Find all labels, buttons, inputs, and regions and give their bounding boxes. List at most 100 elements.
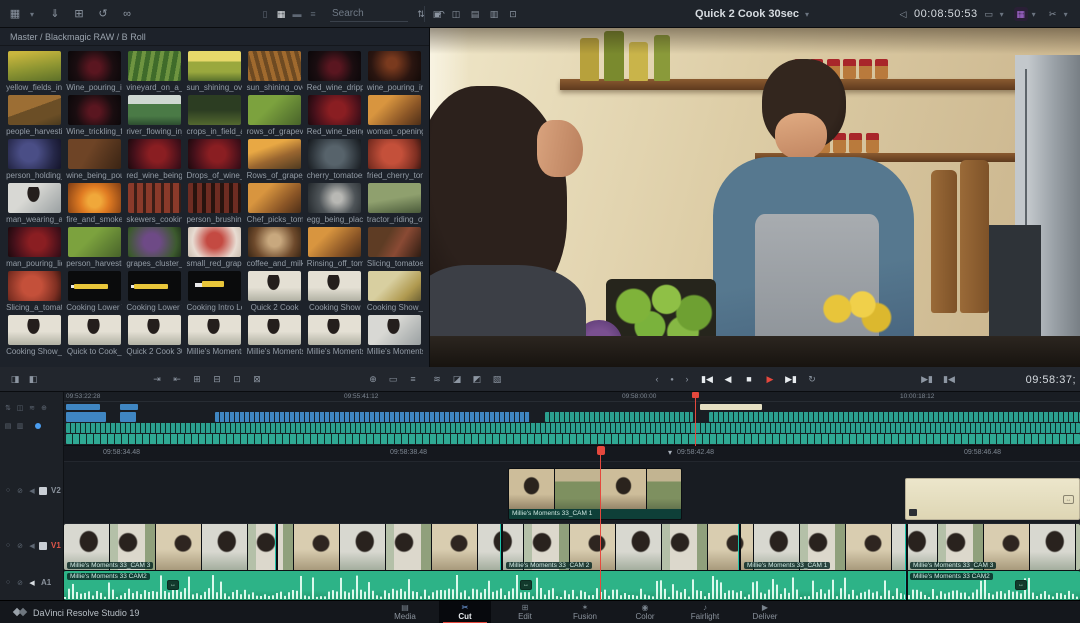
overview-clip[interactable] <box>66 412 106 422</box>
clip-boundary[interactable] <box>905 571 908 600</box>
overview-clip[interactable] <box>66 434 1080 444</box>
media-clip[interactable]: sun_shining_over_... <box>245 51 305 92</box>
stop-button[interactable]: ■ <box>742 373 756 387</box>
audio-mixer-icon[interactable]: ≋ <box>430 373 444 387</box>
media-clip[interactable]: red_wine_being_p... <box>124 139 184 180</box>
tool-list-icon[interactable]: ≡ <box>406 373 420 387</box>
media-clip[interactable]: wine_being_poure... <box>64 139 124 180</box>
clip-thumbnail[interactable] <box>368 183 421 213</box>
project-title[interactable]: Quick 2 Cook 30sec <box>695 8 799 20</box>
overview-clip[interactable] <box>545 412 693 422</box>
overview-ruler[interactable]: 09:53:22:2809:55:41:1209:58:00:0010:00:1… <box>64 392 1080 402</box>
media-clip[interactable]: Wine_trickling_fro... <box>64 95 124 136</box>
race-view-icon[interactable]: ▭ <box>386 373 400 387</box>
clip-thumbnail[interactable] <box>68 271 121 301</box>
clip-thumbnail[interactable] <box>368 139 421 169</box>
clip-thumbnail[interactable] <box>188 139 241 169</box>
tab-fairlight[interactable]: ♪ Fairlight <box>679 601 731 623</box>
jog-dot-icon[interactable]: ● <box>665 373 679 387</box>
media-clip[interactable]: yellow_fields_in_bl... <box>4 51 64 92</box>
media-clip[interactable]: sun_shining_over_... <box>184 51 244 92</box>
clip-thumbnail[interactable] <box>68 227 121 257</box>
overview-clip[interactable] <box>66 423 1080 433</box>
source-tape-icon[interactable]: ▣ <box>430 7 444 21</box>
clip-thumbnail[interactable] <box>248 315 301 345</box>
clip-thumbnail[interactable] <box>188 95 241 125</box>
media-clip[interactable]: Wine_pouring_int... <box>64 51 124 92</box>
clip-thumbnail[interactable] <box>308 139 361 169</box>
audio-level-badge-icon[interactable]: ↔ <box>167 580 179 590</box>
overview-icon-c[interactable]: ≋ <box>27 404 37 412</box>
media-clip[interactable]: Millie's Moments ... <box>365 315 425 356</box>
track-header-v1[interactable]: ○ ⊘ ◀ V1 <box>0 541 64 550</box>
overview-icon-d[interactable]: ⊕ <box>39 404 49 412</box>
media-clip[interactable]: man_pouring_liqu... <box>4 227 64 268</box>
loop-button[interactable]: ↻ <box>805 373 819 387</box>
search-input[interactable] <box>330 6 408 22</box>
clip-thumbnail[interactable] <box>68 51 121 81</box>
media-clip[interactable]: Chef_picks_tomat... <box>245 183 305 224</box>
overview-clip[interactable] <box>215 412 530 422</box>
media-clip[interactable]: Cooking Show <box>305 271 365 312</box>
audio-level-badge-icon[interactable]: ↔ <box>1015 580 1027 590</box>
clip-thumbnail[interactable] <box>248 51 301 81</box>
jog-left-icon[interactable]: ‹ <box>650 373 664 387</box>
clip-thumbnail[interactable] <box>248 183 301 213</box>
media-clip[interactable]: river_flowing_in_t... <box>124 95 184 136</box>
track-header-v2[interactable]: ○ ⊘ ◀ V2 <box>0 486 64 495</box>
collapse-chevron-icon[interactable]: ▾ <box>668 448 672 457</box>
import-media-icon[interactable]: ⇓ <box>46 5 64 23</box>
clip-thumbnail[interactable] <box>8 227 61 257</box>
timeline-content[interactable]: ▾ 09:58:34.4809:58:38.4809:58:42.4809:58… <box>64 446 1080 600</box>
media-clip[interactable]: Quick 2 Cook <box>245 271 305 312</box>
prev-edit-icon[interactable]: ▮◀ <box>942 373 956 387</box>
thumbnail-view-icon[interactable]: ▦ <box>274 7 288 21</box>
media-clip[interactable]: person_brushing_... <box>184 183 244 224</box>
place-on-top-icon[interactable]: ⊡ <box>230 373 244 387</box>
clip-boundary[interactable] <box>905 524 908 570</box>
clip-thumbnail[interactable] <box>8 271 61 301</box>
track-monitor-icon[interactable]: ○ <box>3 487 13 494</box>
list-view-icon[interactable]: ≡ <box>306 7 320 21</box>
clip-thumbnail[interactable] <box>308 271 361 301</box>
v2-clip[interactable]: Millie's Moments 33_CAM 1 <box>508 468 682 520</box>
media-clip[interactable]: Cooking Lower Thi... <box>124 271 184 312</box>
track-lock-icon[interactable]: ⊘ <box>15 487 25 495</box>
clip-thumbnail[interactable] <box>188 315 241 345</box>
next-edit-icon[interactable]: ▶▮ <box>920 373 934 387</box>
sync-clips-icon[interactable]: ↺ <box>94 5 112 23</box>
clip-thumbnail[interactable] <box>368 271 421 301</box>
clip-boundary[interactable] <box>738 524 741 570</box>
clip-thumbnail[interactable] <box>308 95 361 125</box>
overview-icon-e[interactable]: ▤ <box>3 422 13 430</box>
media-pool-icon[interactable]: ▦ <box>6 5 24 23</box>
media-clip[interactable]: Cooking Show_tvc <box>4 315 64 356</box>
audio-level-badge-icon[interactable]: ↔ <box>520 580 532 590</box>
media-clip[interactable]: person_harvestin... <box>64 227 124 268</box>
track-monitor-icon[interactable]: ○ <box>3 542 13 549</box>
clip-thumbnail[interactable] <box>308 183 361 213</box>
media-clip[interactable]: Millie's Moments ... <box>245 315 305 356</box>
clip-boundary[interactable] <box>500 524 503 570</box>
media-clip[interactable]: woman_opening_... <box>365 95 425 136</box>
track-lock-icon[interactable]: ⊘ <box>15 542 25 550</box>
media-clip[interactable]: Red_wine_being_p... <box>305 95 365 136</box>
overview-title-clip[interactable] <box>700 404 762 410</box>
media-clip[interactable]: Rows_of_grape_tr... <box>245 139 305 180</box>
clip-thumbnail[interactable] <box>308 51 361 81</box>
media-clip[interactable]: Millie's Moments ... <box>184 315 244 356</box>
clip-thumbnail[interactable] <box>308 315 361 345</box>
ripple-overwrite-icon[interactable]: ⊞ <box>190 373 204 387</box>
tab-edit[interactable]: ⊞ Edit <box>499 601 551 623</box>
media-clip[interactable]: skewers_cooking_... <box>124 183 184 224</box>
media-clip[interactable]: Slicing_tomatoes_... <box>365 227 425 268</box>
tab-media[interactable]: ▤ Media <box>379 601 431 623</box>
clip-thumbnail[interactable] <box>68 95 121 125</box>
overview-icon-b[interactable]: ◫ <box>15 404 25 412</box>
timeline-playhead[interactable] <box>600 446 601 600</box>
timeline-panel[interactable]: ○ ⊘ ◀ V2 ○ ⊘ ◀ V1 ○ ⊘ ◀ A1 ▾ <box>0 446 1080 600</box>
close-up-icon[interactable]: ⊟ <box>210 373 224 387</box>
clip-thumbnail[interactable] <box>128 315 181 345</box>
overview-content[interactable]: 09:53:22:2809:55:41:1209:58:00:0010:00:1… <box>64 392 1080 446</box>
snapping-icon[interactable]: ⊕ <box>366 373 380 387</box>
